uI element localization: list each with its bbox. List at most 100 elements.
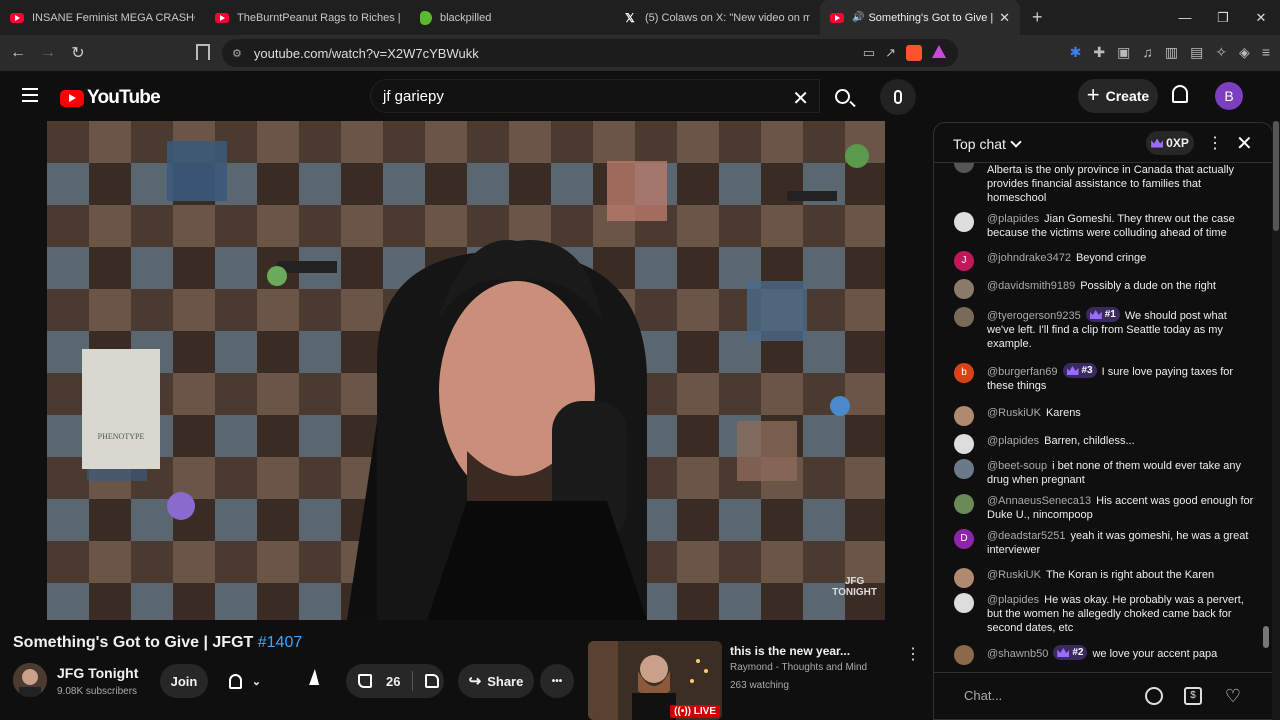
chat-close-icon[interactable]: ✕ bbox=[1236, 131, 1253, 156]
like-icon[interactable] bbox=[358, 674, 372, 688]
reload-icon[interactable]: ↻ bbox=[66, 43, 90, 63]
media-icon[interactable]: ♫ bbox=[1142, 44, 1153, 61]
video-player[interactable]: PHENOTYPE JFG TONIGHT bbox=[47, 121, 885, 620]
chat-avatar[interactable] bbox=[954, 459, 974, 479]
join-button[interactable]: Join bbox=[160, 664, 208, 698]
browser-tab-active[interactable]: 🔊 Something's Got to Give | JFG ✕ bbox=[820, 0, 1020, 35]
chat-username[interactable]: @johndrake3472 bbox=[987, 252, 1071, 264]
chat-avatar[interactable] bbox=[954, 434, 974, 454]
clear-search-icon[interactable]: ✕ bbox=[792, 86, 809, 111]
dislike-icon[interactable] bbox=[425, 674, 440, 688]
leo-icon[interactable]: ✧ bbox=[1215, 44, 1227, 61]
chat-avatar[interactable] bbox=[954, 307, 974, 327]
extension-icon[interactable]: ✱ bbox=[1070, 44, 1082, 61]
close-window-button[interactable]: ✕ bbox=[1242, 10, 1280, 26]
chat-username[interactable]: @deadstar5251 bbox=[987, 530, 1065, 542]
crown-icon bbox=[1066, 366, 1079, 375]
tab-close-icon[interactable]: ✕ bbox=[999, 10, 1010, 26]
chat-username[interactable]: @davidsmith9189 bbox=[987, 280, 1075, 292]
video-hashtag-link[interactable]: #1407 bbox=[258, 634, 303, 651]
back-icon[interactable]: ← bbox=[6, 44, 30, 62]
chat-username[interactable]: @tyerogerson9235 bbox=[987, 310, 1081, 322]
chat-scrollbar[interactable] bbox=[1263, 171, 1269, 661]
super-chat-icon[interactable]: $ bbox=[1184, 687, 1202, 705]
site-info-icon[interactable]: ⚙ bbox=[232, 47, 242, 60]
chat-username[interactable]: @shawnb50 bbox=[987, 648, 1048, 660]
browser-tab[interactable]: blackpilled bbox=[410, 0, 615, 35]
vpn-icon[interactable]: ◈ bbox=[1239, 44, 1250, 61]
gift-rank-badge: #2 bbox=[1053, 645, 1088, 660]
url-field[interactable]: ⚙ youtube.com/watch?v=X2W7cYBWukk ▭ ↗ bbox=[222, 39, 958, 67]
chat-message-text: Karens bbox=[1045, 407, 1081, 419]
recommended-thumbnail[interactable]: ((•)) LIVE bbox=[588, 641, 722, 720]
account-avatar[interactable]: B bbox=[1215, 82, 1243, 110]
wallet-icon[interactable]: ▤ bbox=[1190, 44, 1203, 61]
chat-username[interactable]: @RuskiUK bbox=[987, 569, 1041, 581]
bookmark-icon[interactable] bbox=[196, 44, 210, 60]
like-dislike-group: 26 bbox=[346, 664, 444, 698]
search-button[interactable] bbox=[820, 79, 864, 113]
chat-avatar[interactable] bbox=[954, 494, 974, 514]
chat-username[interactable]: @plapides bbox=[987, 594, 1039, 606]
share-button[interactable]: ↪ Share bbox=[458, 664, 534, 698]
browser-tab[interactable]: TheBurntPeanut Rags to Riches | ARC bbox=[205, 0, 410, 35]
browser-tab[interactable]: 𝕏 (5) Colaws on X: "New video on my Y bbox=[615, 0, 820, 35]
brave-shields-icon[interactable] bbox=[906, 45, 922, 61]
create-button[interactable]: + Create bbox=[1078, 79, 1158, 113]
channel-avatar[interactable] bbox=[13, 663, 47, 697]
chat-scrollbar-thumb[interactable] bbox=[1263, 626, 1269, 648]
chat-header: Top chat 0XP ⋮ ✕ bbox=[934, 123, 1272, 163]
voice-search-button[interactable] bbox=[880, 79, 916, 115]
heart-icon[interactable]: ♡ bbox=[1224, 687, 1242, 705]
chat-username[interactable]: @AnnaeusSeneca13 bbox=[987, 495, 1091, 507]
chat-message: @RuskiUK Karens bbox=[954, 406, 1254, 426]
chat-avatar[interactable] bbox=[954, 593, 974, 613]
search-input[interactable]: jf gariepy ✕ bbox=[370, 79, 820, 113]
chat-avatar[interactable] bbox=[954, 163, 974, 173]
page-scrollbar-thumb[interactable] bbox=[1273, 121, 1279, 231]
more-actions-button[interactable]: ••• bbox=[540, 664, 574, 698]
youtube-logo[interactable]: YouTube bbox=[60, 87, 161, 109]
speaker-icon[interactable]: 🔊 bbox=[852, 12, 864, 23]
chat-username[interactable]: @plapides bbox=[987, 435, 1039, 447]
new-tab-button[interactable]: + bbox=[1032, 7, 1043, 28]
forward-icon[interactable]: → bbox=[36, 44, 60, 62]
recommended-channel[interactable]: Raymond - Thoughts and Mind bbox=[730, 662, 867, 673]
extensions-puzzle-icon[interactable]: ✚ bbox=[1093, 44, 1105, 61]
chat-input[interactable]: Chat... bbox=[947, 681, 1147, 711]
install-icon[interactable]: ▭ bbox=[863, 45, 875, 61]
chat-mode-dropdown[interactable]: Top chat bbox=[953, 136, 1020, 152]
menu-icon[interactable]: ≡ bbox=[1262, 44, 1270, 61]
chat-username[interactable]: @RuskiUK bbox=[987, 407, 1041, 419]
chat-avatar[interactable]: D bbox=[954, 529, 974, 549]
chat-options-icon[interactable]: ⋮ bbox=[1207, 133, 1223, 153]
notifications-bell-icon[interactable] bbox=[1172, 85, 1188, 103]
maximize-button[interactable]: ❐ bbox=[1204, 10, 1242, 26]
emoji-icon[interactable] bbox=[1145, 687, 1163, 705]
share-page-icon[interactable]: ↗ bbox=[885, 45, 896, 61]
chat-avatar[interactable] bbox=[954, 279, 974, 299]
minimize-button[interactable]: — bbox=[1166, 10, 1204, 25]
notification-pref-button[interactable]: ⌄ bbox=[216, 664, 274, 698]
chat-avatar[interactable] bbox=[954, 406, 974, 426]
menu-hamburger-icon[interactable] bbox=[22, 88, 38, 102]
browser-tab[interactable]: INSANE Feminist MEGA CRASHOUT bbox=[0, 0, 205, 35]
page-scrollbar[interactable] bbox=[1272, 121, 1280, 720]
chat-username[interactable]: @plapides bbox=[987, 213, 1039, 225]
chat-avatar[interactable]: J bbox=[954, 251, 974, 271]
recommended-title[interactable]: this is the new year... bbox=[730, 644, 850, 658]
chat-message: @plapides Barren, childless... bbox=[954, 434, 1254, 454]
channel-name[interactable]: JFG Tonight bbox=[57, 665, 138, 681]
recommended-more-icon[interactable]: ⋮ bbox=[905, 644, 921, 664]
live-badge: ((•)) LIVE bbox=[670, 705, 720, 718]
chat-username[interactable]: @beet-soup bbox=[987, 460, 1047, 472]
sidebar-icon[interactable]: ▥ bbox=[1165, 44, 1178, 61]
xp-button[interactable]: 0XP bbox=[1146, 131, 1194, 155]
screenshot-icon[interactable]: ▣ bbox=[1117, 44, 1130, 61]
chat-avatar[interactable] bbox=[954, 645, 974, 665]
chat-avatar[interactable] bbox=[954, 212, 974, 232]
brave-rewards-icon[interactable] bbox=[932, 45, 946, 58]
chat-avatar[interactable] bbox=[954, 568, 974, 588]
chat-avatar[interactable]: b bbox=[954, 363, 974, 383]
chat-username[interactable]: @burgerfan69 bbox=[987, 366, 1058, 378]
